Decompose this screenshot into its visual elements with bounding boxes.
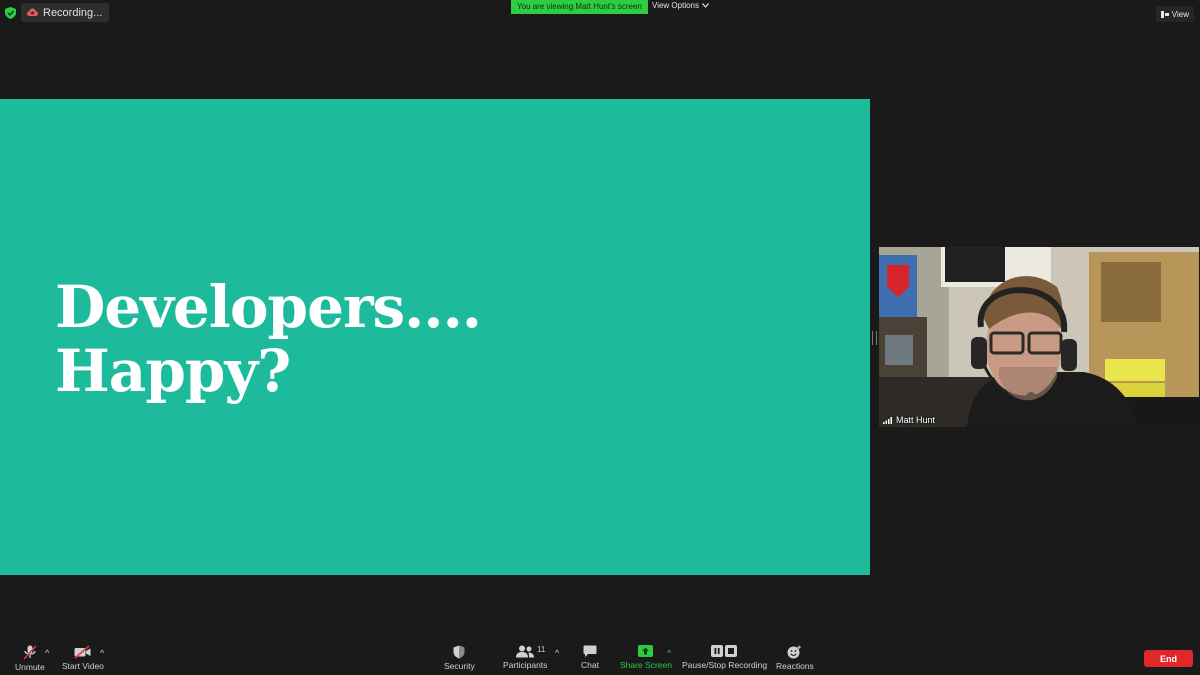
unmute-label: Unmute [15,662,45,672]
smiley-reaction-icon [787,645,802,659]
recording-indicator[interactable]: Recording... [21,3,110,22]
webcam-video-feed [879,247,1199,427]
shared-screen-slide: Developers.... Happy? [0,99,870,575]
participant-video-tile[interactable]: Matt Hunt [879,247,1199,427]
recording-cloud-icon [27,8,38,16]
view-button[interactable]: View [1155,6,1194,22]
slide-title-line-2: Happy? [55,337,291,405]
video-camera-off-icon [74,645,91,659]
pause-stop-recording-button[interactable]: Pause/Stop Recording [682,645,767,670]
microphone-muted-icon [23,645,37,660]
unmute-button[interactable]: Unmute [15,645,45,672]
video-options-caret[interactable]: ^ [100,648,104,658]
view-layout-icon [1160,10,1169,18]
share-screen-button[interactable]: Share Screen [620,645,672,670]
security-label: Security [444,661,475,671]
participant-name: Matt Hunt [896,415,936,425]
participants-button[interactable]: 11 Participants [503,645,547,670]
meeting-toolbar: Unmute ^ Start Video ^ Security 11 Parti… [0,642,1200,675]
security-button[interactable]: Security [444,645,475,671]
audio-options-caret[interactable]: ^ [45,648,49,658]
top-bar: Recording... You are viewing Matt Hunt's… [0,0,1200,26]
share-options-caret[interactable]: ^ [667,648,671,658]
start-video-label: Start Video [62,661,104,671]
chat-button[interactable]: Chat [581,645,599,670]
participant-name-tag: Matt Hunt [883,415,935,425]
reactions-label: Reactions [776,661,814,671]
participants-options-caret[interactable]: ^ [555,648,559,658]
share-screen-label: Share Screen [620,660,672,670]
share-screen-arrow-icon [638,645,654,657]
view-label: View [1171,9,1189,19]
slide-title-line-1: Developers.... [55,273,482,341]
viewing-screen-banner: You are viewing Matt Hunt's screen [511,0,648,14]
view-options-label: View Options [652,1,699,10]
security-shield-icon [453,645,465,659]
participants-count: 11 [537,645,546,654]
chat-label: Chat [581,660,599,670]
slide-title: Developers.... Happy? [55,273,482,405]
end-meeting-button[interactable]: End [1144,650,1193,667]
start-video-button[interactable]: Start Video [62,645,104,671]
encryption-shield-icon[interactable] [5,7,16,19]
reactions-button[interactable]: Reactions [776,645,814,671]
pause-stop-icon [711,645,738,657]
panel-resize-handle[interactable] [872,331,877,345]
recording-label: Recording... [43,6,103,19]
pause-stop-recording-label: Pause/Stop Recording [682,660,768,670]
participants-label: Participants [503,660,548,670]
signal-strength-icon [883,416,892,424]
chevron-down-icon [702,3,709,8]
view-options-dropdown[interactable]: View Options [652,1,709,10]
chat-bubble-icon [583,645,597,657]
participants-people-icon [516,645,535,658]
